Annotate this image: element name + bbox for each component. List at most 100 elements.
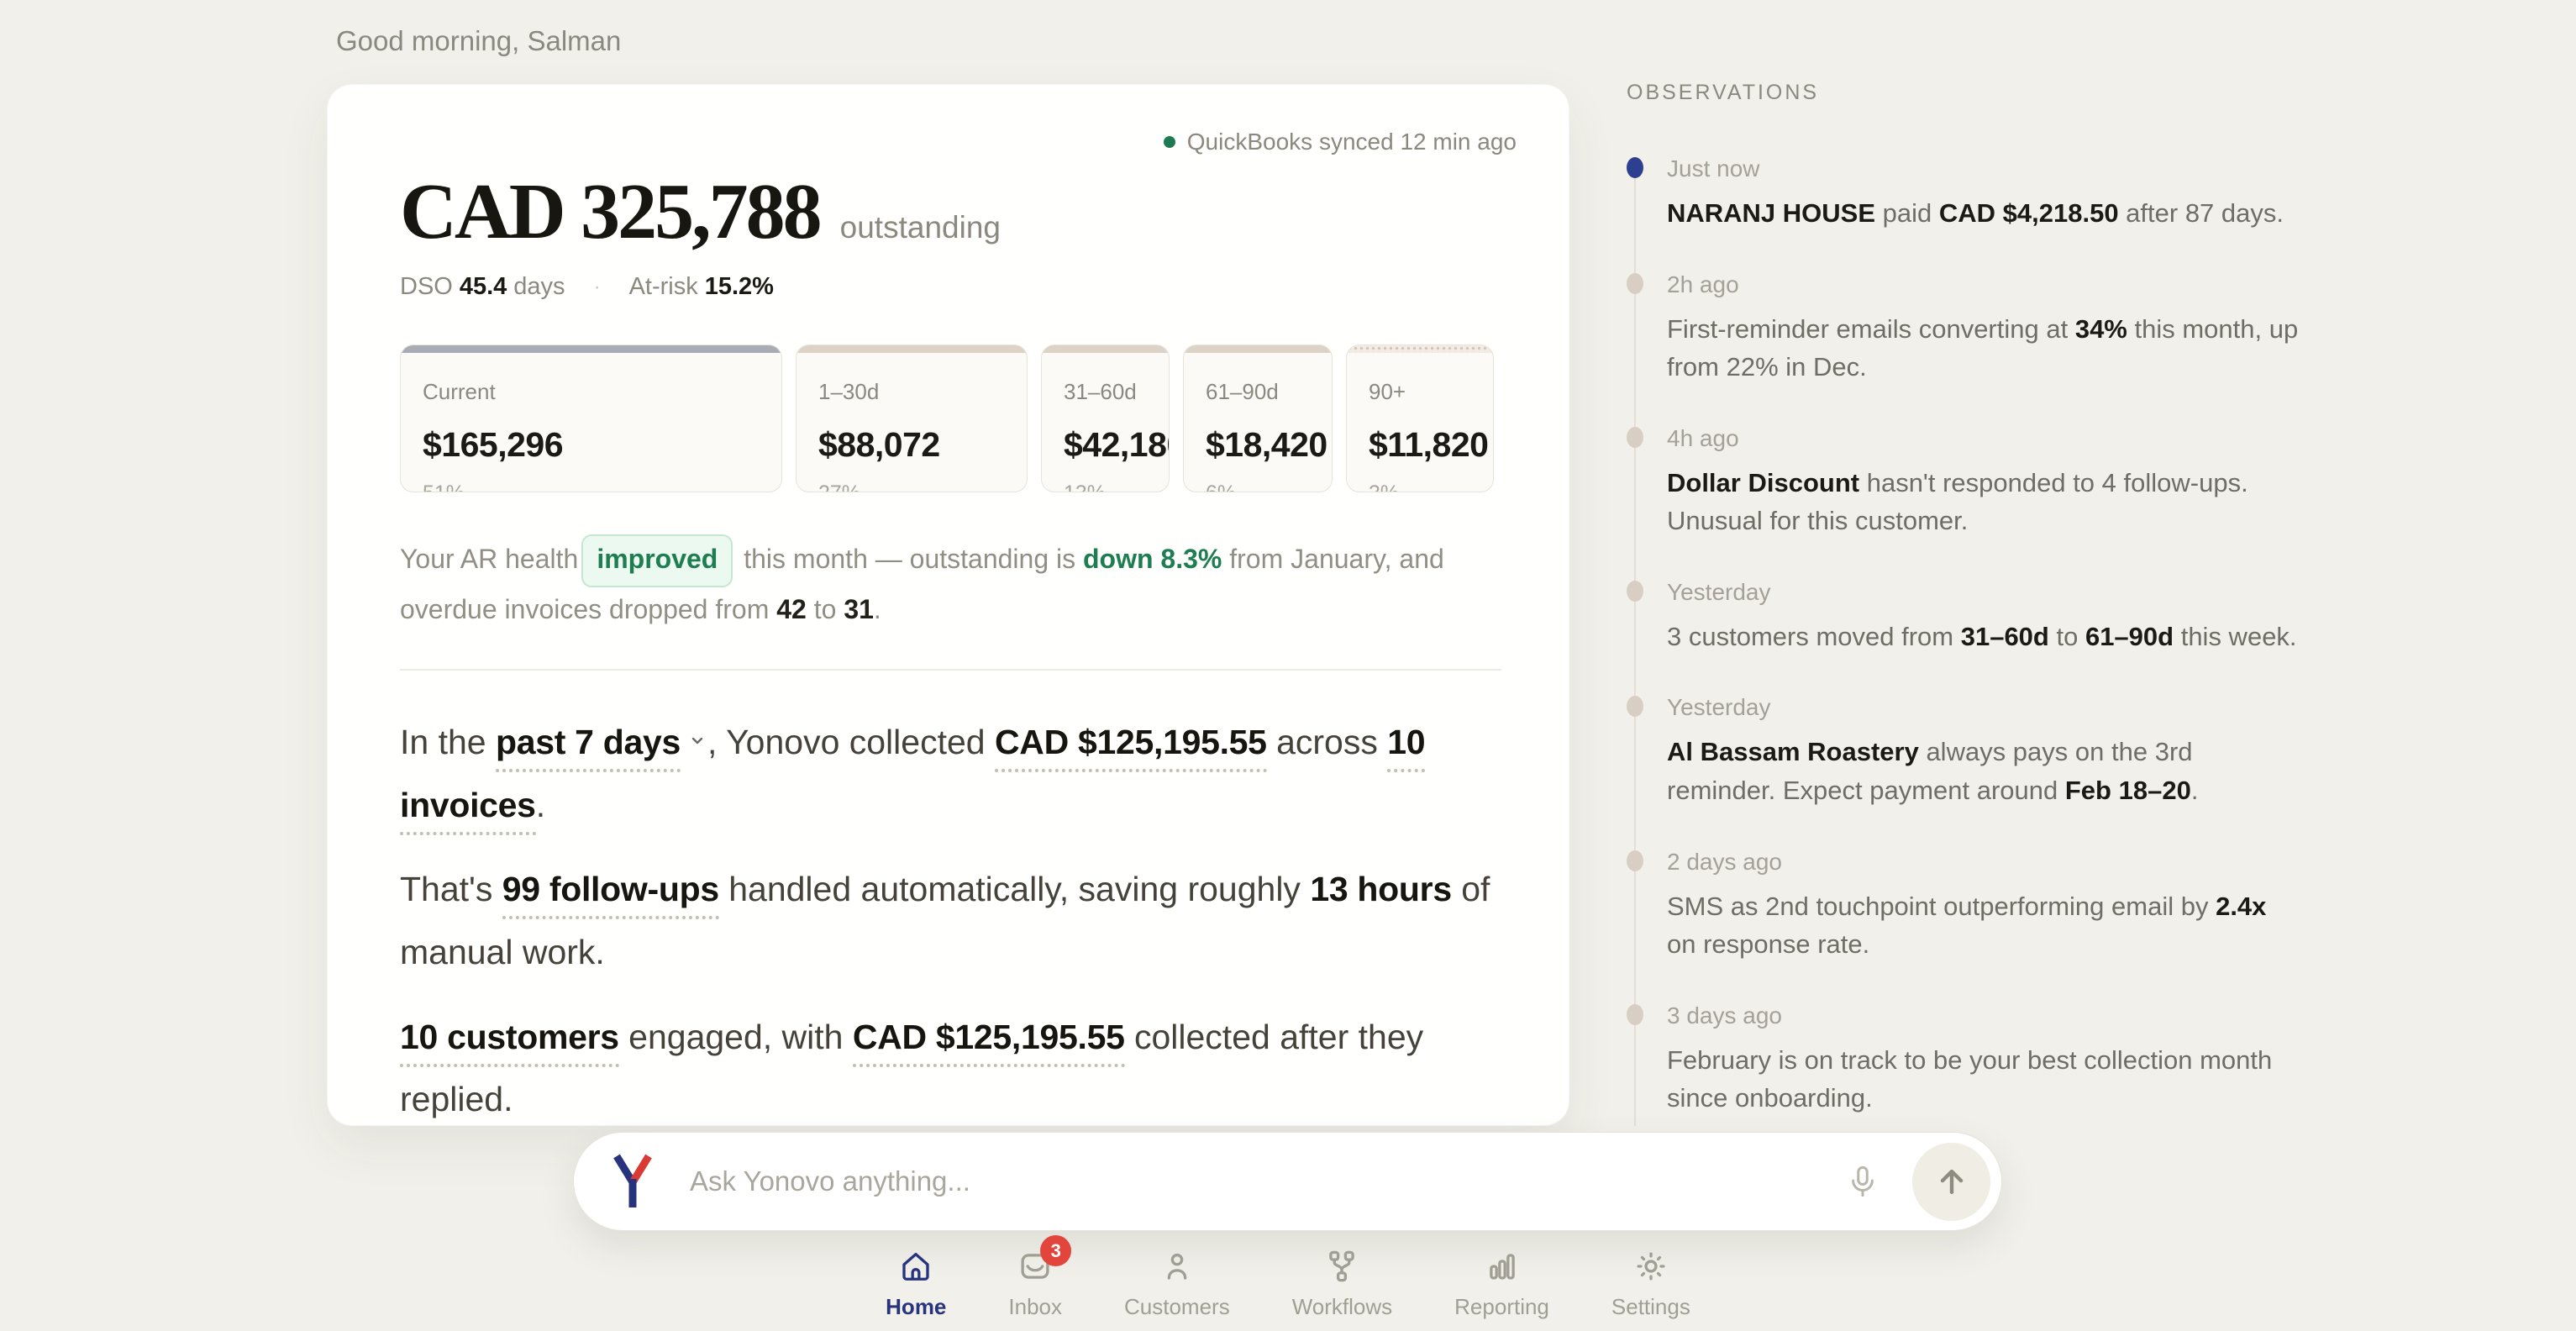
insight-text: engaged, with	[619, 1018, 853, 1056]
improved-status-badge: improved	[581, 534, 733, 587]
customer-name: NARANJ HOUSE	[1667, 198, 1875, 228]
bucket-accent-bar	[401, 345, 781, 353]
bucket-label: Current	[423, 379, 760, 405]
timeline-dot-icon	[1627, 696, 1643, 717]
timeline-dot-icon	[1627, 427, 1643, 448]
ask-input[interactable]	[688, 1165, 1845, 1198]
insight-text: , Yonovo collected	[707, 723, 995, 761]
nav-label: Workflows	[1292, 1294, 1392, 1320]
timeline-dot-icon	[1627, 273, 1643, 294]
inbox-badge: 3	[1040, 1235, 1071, 1266]
collected-amount-link[interactable]: CAD $125,195.55	[995, 723, 1267, 772]
bucket-percent: 51%	[423, 481, 760, 492]
observation-segment: on response rate.	[1667, 929, 1869, 959]
multiplier-value: 2.4x	[2216, 892, 2266, 921]
payment-amount: CAD $4,218.50	[1939, 198, 2119, 228]
insight-text: handled automatically, saving roughly	[719, 870, 1311, 908]
bucket-current[interactable]: Current $165,296 51%	[400, 345, 782, 492]
insight-collected: In the past 7 days , Yonovo collected CAD…	[400, 711, 1501, 836]
bucket-amount: $18,420	[1206, 425, 1310, 465]
bucket-amount: $165,296	[423, 425, 760, 465]
aging-bucket-ref: 61–90d	[2085, 622, 2174, 651]
observation-time: Yesterday	[1667, 579, 2299, 606]
mic-button[interactable]	[1845, 1164, 1880, 1199]
timeline-dot-icon	[1627, 157, 1643, 178]
observation-segment: SMS as 2nd touchpoint outperforming emai…	[1667, 892, 2216, 921]
workflows-icon	[1324, 1249, 1359, 1284]
bucket-label: 61–90d	[1206, 379, 1310, 405]
microphone-icon	[1845, 1164, 1880, 1199]
send-button[interactable]	[1912, 1143, 1990, 1221]
atrisk-value: 15.2%	[705, 273, 774, 301]
bucket-percent: 13%	[1064, 481, 1147, 492]
nav-label: Customers	[1124, 1294, 1230, 1320]
ar-health-summary: Your AR healthimproved this month — outs…	[400, 534, 1501, 632]
nav-item-settings[interactable]: Settings	[1611, 1249, 1690, 1320]
timeline-dot-icon	[1627, 581, 1643, 602]
bucket-amount: $88,072	[818, 425, 1005, 465]
nav-label: Inbox	[1008, 1294, 1062, 1320]
expected-date: Feb 18–20	[2065, 776, 2191, 805]
overdue-from-count: 42	[776, 594, 807, 624]
ar-health-text: this month — outstanding is	[736, 544, 1083, 574]
insight-text: .	[536, 786, 545, 824]
bucket-accent-bar	[1042, 345, 1169, 353]
observation-segment: paid	[1875, 198, 1939, 228]
customers-count-link[interactable]: 10 customers	[400, 1018, 619, 1067]
bucket-amount: $11,820	[1369, 425, 1471, 465]
sync-status-label: QuickBooks synced 12 min ago	[1187, 129, 1517, 155]
atrisk-label: At-risk	[629, 273, 698, 301]
observation-entry: Yesterday 3 customers moved from 31–60d …	[1627, 579, 2299, 656]
nav-item-reporting[interactable]: Reporting	[1454, 1249, 1549, 1320]
outstanding-delta: down 8.3%	[1083, 544, 1222, 574]
timeline-dot-icon	[1627, 850, 1643, 871]
home-icon	[898, 1249, 933, 1284]
ar-summary-card: QuickBooks synced 12 min ago CAD 325,788…	[327, 84, 1569, 1126]
followups-count-link[interactable]: 99 follow-ups	[502, 870, 719, 919]
nav-item-customers[interactable]: Customers	[1124, 1249, 1230, 1320]
observation-time: 2 days ago	[1667, 849, 2299, 876]
bucket-90-plus[interactable]: 90+ $11,820 3%	[1346, 345, 1494, 492]
observation-entry: Just now NARANJ HOUSE paid CAD $4,218.50…	[1627, 155, 2299, 233]
observation-segment: to	[2049, 622, 2085, 651]
nav-item-home[interactable]: Home	[886, 1249, 946, 1320]
observation-text: First-reminder emails converting at 34% …	[1667, 310, 2299, 387]
nav-label: Settings	[1611, 1294, 1690, 1320]
sync-status-dot-icon	[1164, 136, 1175, 148]
observation-text: February is on track to be your best col…	[1667, 1041, 2299, 1118]
kpi-row: DSO45.4days·At-risk15.2%	[400, 273, 1501, 301]
chevron-down-icon[interactable]	[687, 730, 707, 750]
observation-segment: this week.	[2174, 622, 2296, 651]
insight-text: In the	[400, 723, 496, 761]
observation-time: 2h ago	[1667, 271, 2299, 298]
bucket-label: 31–60d	[1064, 379, 1147, 405]
customer-name: Dollar Discount	[1667, 468, 1859, 497]
bucket-1-30d[interactable]: 1–30d $88,072 27%	[796, 345, 1028, 492]
outstanding-headline: CAD 325,788 outstanding	[400, 172, 1501, 251]
bucket-percent: 3%	[1369, 481, 1471, 492]
aging-bucket-ref: 31–60d	[1961, 622, 2049, 651]
nav-item-workflows[interactable]: Workflows	[1292, 1249, 1392, 1320]
arrow-up-icon	[1933, 1163, 1970, 1200]
nav-item-inbox[interactable]: 3 Inbox	[1008, 1249, 1062, 1320]
observations-title: OBSERVATIONS	[1627, 81, 2299, 105]
outstanding-suffix: outstanding	[840, 210, 1001, 245]
insight-text: across	[1267, 723, 1388, 761]
bucket-amount: $42,180	[1064, 425, 1147, 465]
nav-label: Home	[886, 1294, 946, 1320]
observation-segment: February is on track to be your best col…	[1667, 1045, 2272, 1113]
bucket-31-60d[interactable]: 31–60d $42,180 13%	[1041, 345, 1170, 492]
reporting-icon	[1485, 1249, 1520, 1284]
period-selector[interactable]: past 7 days	[496, 723, 681, 772]
bucket-accent-bar	[796, 345, 1027, 353]
yonovo-logo	[611, 1154, 655, 1209]
bucket-61-90d[interactable]: 61–90d $18,420 6%	[1183, 345, 1333, 492]
observation-segment: after 87 days.	[2119, 198, 2284, 228]
collected-amount-link-2[interactable]: CAD $125,195.55	[853, 1018, 1125, 1067]
bucket-label: 90+	[1369, 379, 1471, 405]
quickbooks-sync-status: QuickBooks synced 12 min ago	[1164, 129, 1517, 155]
observation-text: NARANJ HOUSE paid CAD $4,218.50 after 87…	[1667, 194, 2299, 233]
kpi-separator: ·	[594, 276, 601, 299]
observations-panel: OBSERVATIONS Just now NARANJ HOUSE paid …	[1627, 81, 2299, 1156]
dso-label: DSO	[400, 273, 453, 301]
